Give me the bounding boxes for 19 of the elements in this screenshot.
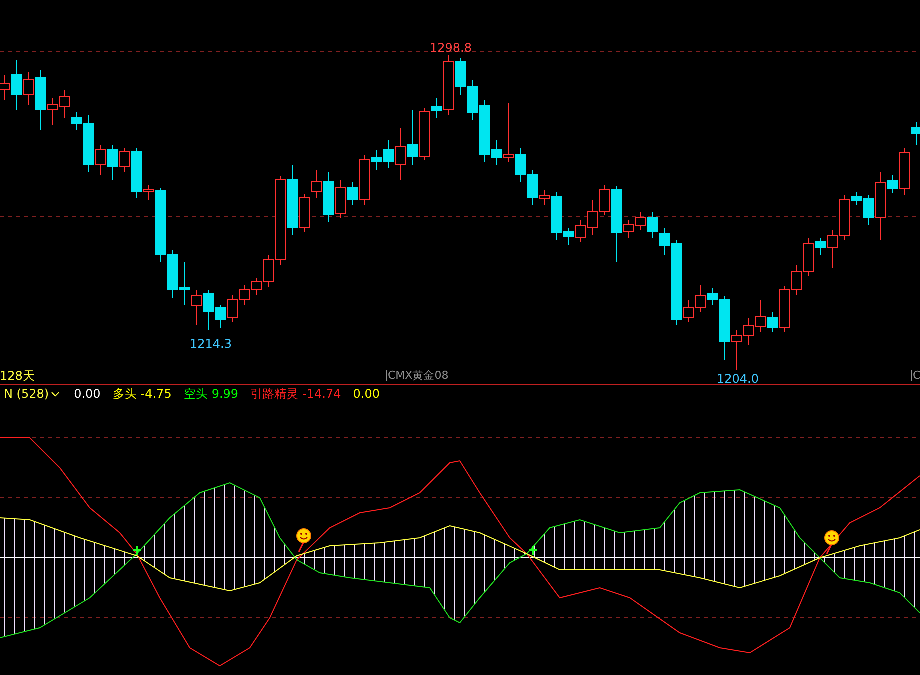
legend-value: -14.74 xyxy=(302,386,342,403)
smiley-icon xyxy=(824,530,840,554)
instrument-label: CMX黄金08 xyxy=(386,370,449,381)
legend-value: 0.00 xyxy=(353,386,380,403)
high-price-label: 1298.8 xyxy=(430,40,472,57)
legend-label: 引路精灵 xyxy=(250,386,299,403)
low-price-label: 1214.3 xyxy=(190,336,232,353)
period-label: 128天 xyxy=(0,368,35,385)
plus-icon xyxy=(528,545,538,556)
legend-label: 空头 xyxy=(184,386,208,403)
legend-label: 多头 xyxy=(112,386,137,403)
legend-value: 9.99 xyxy=(212,386,239,403)
plus-icon xyxy=(132,545,142,556)
legend-value: -4.75 xyxy=(140,386,172,403)
smiley-icon xyxy=(296,528,312,552)
low-price-label: 1204.0 xyxy=(717,371,759,388)
legend-value: 0.00 xyxy=(74,386,101,403)
edge-label: C xyxy=(911,370,920,381)
indicator-selector[interactable]: N (528) xyxy=(4,385,62,403)
